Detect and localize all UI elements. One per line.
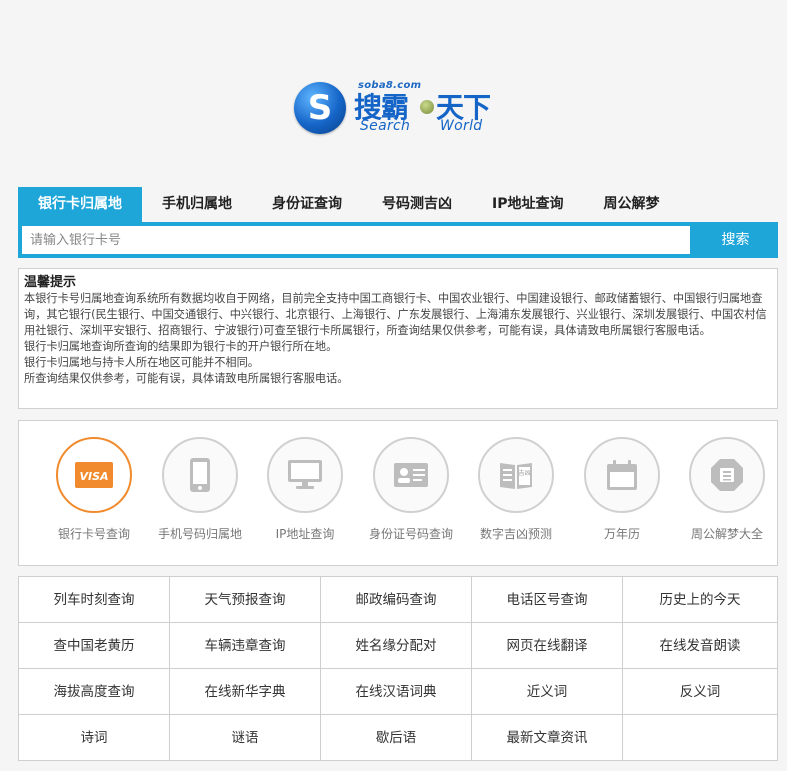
search-button[interactable]: 搜索 (693, 222, 778, 258)
tool-ip[interactable]: IP地址查询 (252, 437, 358, 542)
logo-name-en-1: Search (360, 118, 411, 134)
tool-label: 周公解梦大全 (690, 527, 763, 541)
tool-label: 万年历 (603, 527, 640, 541)
tips-line: 本银行卡号归属地查询系统所有数据均收自于网络，目前完全支持中国工商银行卡、中国农… (24, 292, 767, 337)
tips-title: 温馨提示 (24, 275, 77, 290)
tool-icons-panel: VISA 银行卡号查询 手机号码归属地 IP地址查询 身份证号码查询 吉凶 数字… (18, 420, 778, 566)
tool-dream[interactable]: 周公解梦大全 (674, 437, 780, 542)
search-bar: 搜索 (18, 222, 778, 258)
tool-id-card[interactable]: 身份证号码查询 (358, 437, 464, 542)
tool-label: 银行卡号查询 (57, 527, 130, 541)
tool-number-fortune[interactable]: 吉凶 数字吉凶预测 (463, 437, 569, 542)
tool-mobile[interactable]: 手机号码归属地 (147, 437, 253, 542)
tab-mobile[interactable]: 手机归属地 (142, 187, 252, 222)
tool-label: 手机号码归属地 (157, 527, 242, 541)
logo-name-en-2: World (440, 118, 483, 134)
link-cell[interactable]: 在线新华字典 (170, 669, 321, 715)
tab-dream[interactable]: 周公解梦 (583, 187, 679, 222)
link-cell[interactable]: 海拔高度查询 (19, 669, 170, 715)
tool-links-grid: 列车时刻查询 天气预报查询 邮政编码查询 电话区号查询 历史上的今天 查中国老黄… (18, 576, 778, 761)
tips-line: 银行卡归属地查询所查询的结果即为银行卡的开户银行所在地。 (24, 340, 338, 353)
link-cell[interactable]: 天气预报查询 (170, 577, 321, 623)
tips-panel: 温馨提示 本银行卡号归属地查询系统所有数据均收自于网络，目前完全支持中国工商银行… (18, 268, 778, 409)
tab-number-fortune[interactable]: 号码测吉凶 (362, 187, 472, 222)
logo-s-icon: S (294, 82, 346, 134)
svg-text:吉凶: 吉凶 (518, 470, 530, 477)
tab-id-card[interactable]: 身份证查询 (252, 187, 362, 222)
logo-leaf-icon (420, 100, 434, 114)
link-cell[interactable]: 查中国老黄历 (19, 623, 170, 669)
tool-bank-card[interactable]: VISA 银行卡号查询 (41, 437, 147, 542)
link-cell[interactable]: 最新文章资讯 (472, 715, 623, 761)
link-cell[interactable]: 邮政编码查询 (321, 577, 472, 623)
tips-line: 所查询结果仅供参考，可能有误，具体请致电所属银行客服电话。 (24, 372, 349, 385)
calendar-icon (584, 437, 660, 513)
tool-label: 身份证号码查询 (368, 527, 453, 541)
link-cell[interactable]: 历史上的今天 (623, 577, 778, 623)
dream-icon (689, 437, 765, 513)
tips-line: 银行卡归属地与持卡人所在地区可能并不相同。 (24, 356, 259, 369)
link-cell[interactable]: 近义词 (472, 669, 623, 715)
book-icon: 吉凶 (478, 437, 554, 513)
link-cell[interactable]: 诗词 (19, 715, 170, 761)
svg-text:VISA: VISA (79, 470, 108, 483)
link-cell[interactable]: 在线发音朗读 (623, 623, 778, 669)
tool-label: IP地址查询 (275, 527, 335, 541)
tool-calendar[interactable]: 万年历 (569, 437, 675, 542)
link-cell[interactable]: 歇后语 (321, 715, 472, 761)
tool-label: 数字吉凶预测 (479, 527, 552, 541)
tab-ip-address[interactable]: IP地址查询 (472, 187, 583, 222)
monitor-icon (267, 437, 343, 513)
link-cell[interactable]: 反义词 (623, 669, 778, 715)
link-cell-empty (623, 715, 778, 761)
link-cell[interactable]: 姓名缘分配对 (321, 623, 472, 669)
link-cell[interactable]: 谜语 (170, 715, 321, 761)
search-input[interactable] (22, 226, 690, 254)
visa-card-icon: VISA (56, 437, 132, 513)
search-tabs: 银行卡归属地 手机归属地 身份证查询 号码测吉凶 IP地址查询 周公解梦 (18, 187, 679, 222)
link-cell[interactable]: 车辆违章查询 (170, 623, 321, 669)
id-card-icon (373, 437, 449, 513)
tab-bank-card[interactable]: 银行卡归属地 (18, 187, 142, 222)
link-cell[interactable]: 在线汉语词典 (321, 669, 472, 715)
link-cell[interactable]: 电话区号查询 (472, 577, 623, 623)
link-cell[interactable]: 列车时刻查询 (19, 577, 170, 623)
site-logo[interactable]: S soba8.com 搜霸 天下 Search World (294, 80, 504, 138)
link-cell[interactable]: 网页在线翻译 (472, 623, 623, 669)
mobile-phone-icon (162, 437, 238, 513)
